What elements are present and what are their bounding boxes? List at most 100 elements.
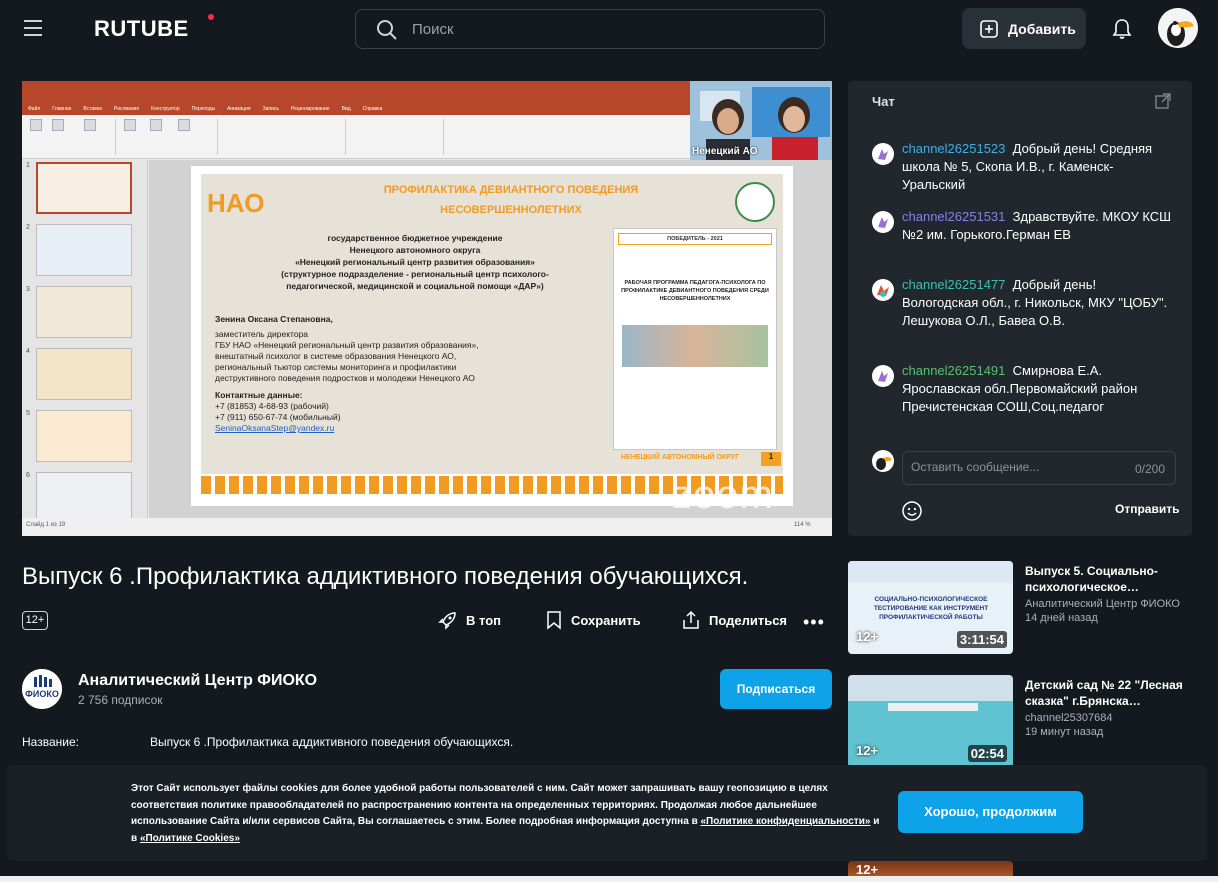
winner-label: ПОБЕДИТЕЛЬ - 2021	[618, 233, 772, 245]
meta-value: Выпуск 6 .Профилактика аддиктивного пове…	[150, 735, 514, 749]
recommended-video[interactable]: СОЦИАЛЬНО-ПСИХОЛОГИЧЕСКОЕ ТЕСТИРОВАНИЕ К…	[848, 561, 1192, 654]
contacts-title: Контактные данные:	[215, 390, 303, 400]
chat-title: Чат	[872, 94, 895, 109]
recommended-video[interactable]: 12+ 02:54 Детский сад № 22 "Лесная сказк…	[848, 675, 1192, 768]
slide-thumb	[36, 348, 132, 400]
share-button[interactable]: Поделиться	[681, 610, 787, 630]
thumbnail-caption: СОЦИАЛЬНО-ПСИХОЛОГИЧЕСКОЕ ТЕСТИРОВАНИЕ К…	[873, 596, 989, 621]
menu-icon[interactable]	[24, 20, 42, 36]
video-time: 14 дней назад	[1025, 612, 1098, 624]
channel-logo-text: ФИОКО	[25, 689, 59, 699]
search-input[interactable]	[412, 18, 792, 40]
channel-subscribers: 2 756 подписок	[78, 693, 163, 707]
nao-logo: НАО	[207, 188, 265, 218]
chat-username[interactable]: channel26251491	[902, 363, 1005, 378]
slide-thumb	[36, 224, 132, 276]
phone: +7 (911) 650-67-74 (мобильный)	[215, 412, 341, 422]
cookie-accept-button[interactable]: Хорошо, продолжим	[898, 791, 1083, 833]
channel-name[interactable]: Аналитический Центр ФИОКО	[78, 672, 317, 690]
save-label: Сохранить	[571, 612, 641, 628]
video-thumbnail[interactable]: 12+ 02:54	[848, 675, 1013, 768]
video-channel[interactable]: channel25307684	[1025, 712, 1112, 724]
phone: +7 (81853) 4-68-93 (рабочий)	[215, 401, 329, 411]
search-icon	[377, 20, 397, 40]
send-button[interactable]: Отправить	[1115, 502, 1179, 516]
video-thumbnail[interactable]: СОЦИАЛЬНО-ПСИХОЛОГИЧЕСКОЕ ТЕСТИРОВАНИЕ К…	[848, 561, 1013, 654]
video-player[interactable]: Файл Главная Вставка Рисование Конструктор Пе…	[22, 81, 832, 536]
slide-counter: Слайд 1 из 19	[26, 522, 66, 528]
bell-icon[interactable]	[1112, 18, 1132, 40]
current-slide: НАО ПРОФИЛАКТИКА ДЕВИАНТНОГО ПОВЕДЕНИЯ Н…	[191, 166, 793, 506]
privacy-policy-link[interactable]: «Политике конфиденциальности»	[701, 816, 871, 827]
search-box[interactable]	[355, 9, 825, 49]
top-header: RUTUBE Добавить	[0, 0, 1218, 58]
chat-char-counter: 0/200	[1134, 462, 1165, 476]
speaker-role: ГБУ НАО «Ненецкий региональный центр раз…	[215, 340, 479, 350]
top-button[interactable]: В топ	[438, 610, 501, 630]
slide-thumb	[36, 162, 132, 214]
user-avatar[interactable]	[1158, 8, 1198, 48]
org-line: (структурное подразделение - региональны…	[281, 269, 549, 279]
webcam-overlay: Ненецкий АО	[690, 81, 832, 160]
meta-key: Название:	[22, 735, 79, 749]
chat-panel: Чат channel26251523 Добрый день! Средняя…	[848, 81, 1192, 536]
video-time: 19 минут назад	[1025, 726, 1104, 738]
video-duration: 3:11:54	[956, 631, 1007, 648]
org-line: Ненецкого автономного округа	[349, 245, 481, 255]
slide-footer: НЕНЕЦКИЙ АВТОНОМНЫЙ ОКРУГ	[621, 454, 740, 461]
bookmark-icon	[547, 611, 561, 630]
program-title: РАБОЧАЯ ПРОГРАММА ПЕДАГОГА-ПСИХОЛОГА ПО …	[621, 280, 769, 302]
chat-input[interactable]	[911, 460, 1111, 474]
powerpoint-statusbar: Слайд 1 из 19 114 %	[22, 518, 832, 536]
slide-editor: НАО ПРОФИЛАКТИКА ДЕВИАНТНОГО ПОВЕДЕНИЯ Н…	[149, 160, 832, 518]
video-title[interactable]: Детский сад № 22 "Лесная сказка" г.Брянс…	[1025, 677, 1190, 709]
add-button-label: Добавить	[1008, 20, 1076, 37]
org-line: государственное бюджетное учреждение	[327, 233, 503, 243]
chat-username[interactable]: channel26251523	[902, 141, 1005, 156]
top-label: В топ	[466, 612, 501, 628]
cookie-text: Этот Сайт использует файлы cookies для б…	[131, 781, 881, 847]
cookie-banner: Этот Сайт использует файлы cookies для б…	[7, 765, 1207, 861]
user-avatar-icon	[872, 279, 894, 301]
rocket-icon	[438, 612, 456, 630]
chat-username[interactable]: channel26251477	[902, 277, 1005, 292]
channel-logo[interactable]: ФИОКО	[22, 669, 62, 709]
program-photo	[622, 325, 768, 367]
os-taskbar	[0, 876, 1218, 882]
age-rating-badge: 12+	[856, 862, 879, 877]
speaker-role: деструктивного поведения подростков и мо…	[215, 373, 475, 383]
add-button[interactable]: Добавить	[962, 8, 1086, 49]
speaker-name: Зенина Оксана Степановна,	[215, 314, 333, 324]
popout-icon[interactable]	[1155, 93, 1171, 109]
slide-title-2: НЕСОВЕРШЕННОЛЕТНИХ	[440, 204, 582, 216]
share-icon	[683, 610, 699, 629]
age-rating-badge: 12+	[856, 743, 879, 758]
age-rating-badge: 12+	[22, 611, 48, 630]
chat-input-box[interactable]: 0/200	[902, 451, 1176, 485]
slide-thumb	[36, 410, 132, 462]
slide-title-1: ПРОФИЛАКТИКА ДЕВИАНТНОГО ПОВЕДЕНИЯ	[383, 184, 639, 196]
rutube-logo[interactable]: RUTUBE	[94, 16, 189, 42]
org-line: «Ненецкий региональный центр развития об…	[295, 257, 535, 267]
chat-username[interactable]: channel26251531	[902, 209, 1005, 224]
speaker-role: региональный тьютор системы мониторинга …	[215, 362, 457, 372]
more-options-icon[interactable]: •••	[803, 612, 825, 633]
subscribe-button[interactable]: Подписаться	[720, 669, 832, 709]
zoom-level: 114 %	[794, 522, 811, 528]
user-avatar-icon	[872, 365, 894, 387]
cookie-policy-link[interactable]: «Политике Cookies»	[140, 833, 240, 844]
webcam-label: Ненецкий АО	[692, 146, 758, 157]
slide-thumb	[36, 472, 132, 524]
emblem-icon	[735, 182, 775, 222]
user-avatar-icon	[872, 143, 894, 165]
save-button[interactable]: Сохранить	[545, 610, 641, 630]
logo-dot	[208, 14, 214, 20]
age-rating-badge: 12+	[856, 629, 879, 644]
slide-thumb	[36, 286, 132, 338]
video-title[interactable]: Выпуск 5. Социально-психологическое…	[1025, 563, 1190, 595]
program-card: ПОБЕДИТЕЛЬ - 2021 РАБОЧАЯ ПРОГРАММА ПЕДА…	[613, 228, 777, 450]
org-line: педагогической, медицинской и социальной…	[286, 281, 544, 291]
video-channel[interactable]: Аналитический Центр ФИОКО	[1025, 598, 1180, 610]
speaker-role: внештатный психолог в системе образовани…	[215, 351, 457, 361]
emoji-icon[interactable]	[901, 500, 923, 522]
